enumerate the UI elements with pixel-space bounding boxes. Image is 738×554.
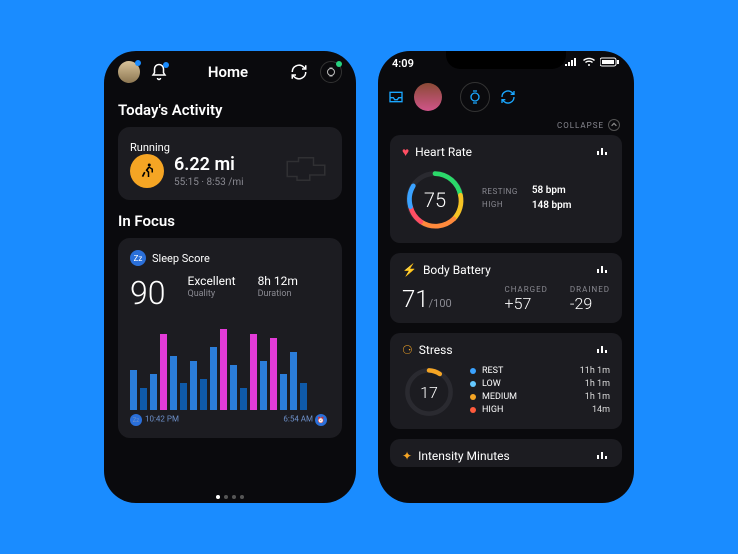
battery-title: Body Battery xyxy=(423,263,491,277)
high-value: 148 bpm xyxy=(532,200,572,211)
tab-bar xyxy=(378,75,634,119)
stress-card[interactable]: ⚆ Stress 17 REST11h 1m LOW1h 1m MEDIUM1h 1… xyxy=(390,333,622,429)
sleep-bar xyxy=(190,361,197,411)
phone-left: Home Today's Activity Running 6.22 mi 55… xyxy=(104,51,356,503)
battery-value: 71 xyxy=(402,285,429,313)
legend-row: LOW1h 1m xyxy=(470,379,610,389)
heart-rate-card[interactable]: ♥ Heart Rate 75 xyxy=(390,135,622,243)
avatar xyxy=(414,83,442,111)
heart-value: 75 xyxy=(402,167,468,233)
running-icon xyxy=(130,154,164,188)
bar-chart-icon xyxy=(596,343,610,357)
sleep-chart xyxy=(130,320,330,410)
running-label: Running xyxy=(130,141,330,154)
sleep-label: Sleep Score xyxy=(152,252,210,265)
sleep-bar xyxy=(300,383,307,410)
battery-max: /100 xyxy=(429,297,452,310)
drained-value: -29 xyxy=(570,294,610,313)
stress-legend: REST11h 1m LOW1h 1m MEDIUM1h 1m HIGH14m xyxy=(470,366,610,418)
resting-label: RESTING xyxy=(482,187,518,196)
avatar[interactable] xyxy=(118,61,140,83)
signal-icon xyxy=(564,57,578,70)
sleep-icon: Zz xyxy=(130,250,146,266)
sleep-duration-value: 8h 12m xyxy=(258,274,298,288)
notifications-button[interactable] xyxy=(150,63,168,81)
sleep-quality-value: Excellent xyxy=(188,274,236,288)
stress-title: Stress xyxy=(419,343,453,357)
battery-icon xyxy=(600,57,620,70)
chart-foot-end: 6:54 AM ⏰ xyxy=(283,414,330,426)
pager xyxy=(104,491,356,503)
charged-value: +57 xyxy=(505,294,548,313)
heart-title: Heart Rate xyxy=(415,145,472,159)
running-card[interactable]: Running 6.22 mi 55:15 · 8:53 /mi xyxy=(118,127,342,200)
running-subline: 55:15 · 8:53 /mi xyxy=(174,177,244,188)
section-title-activity: Today's Activity xyxy=(118,101,342,119)
sleep-bar xyxy=(250,334,257,411)
wifi-icon xyxy=(582,57,596,70)
section-title-focus: In Focus xyxy=(118,212,342,230)
stress-gauge: 17 xyxy=(402,365,456,419)
bar-chart-icon xyxy=(596,263,610,277)
battery-icon: ⚡ xyxy=(402,263,417,277)
body-battery-card[interactable]: ⚡ Body Battery 71/100 CHARGED +57 DRAINE… xyxy=(390,253,622,323)
sleep-duration-label: Duration xyxy=(258,289,298,299)
bar-chart-icon xyxy=(596,145,610,159)
device-button[interactable] xyxy=(320,61,342,83)
sleep-bar xyxy=(170,356,177,410)
notch xyxy=(446,51,566,69)
sleep-bar xyxy=(230,365,237,410)
sleep-bar xyxy=(150,374,157,410)
tab-inbox[interactable] xyxy=(388,89,404,105)
chevron-up-icon xyxy=(608,119,620,131)
bar-chart-icon xyxy=(596,449,610,463)
sleep-bar xyxy=(290,352,297,411)
status-time: 4:09 xyxy=(392,57,414,70)
high-label: HIGH xyxy=(482,200,503,209)
sleep-bar xyxy=(260,361,267,411)
tab-device[interactable] xyxy=(460,82,490,112)
heart-icon: ♥ xyxy=(402,145,409,159)
sleep-bar xyxy=(220,329,227,410)
sleep-card[interactable]: Zz Sleep Score 90 Excellent Quality 8h 1… xyxy=(118,238,342,438)
collapse-button[interactable]: COLLAPSE xyxy=(557,119,634,135)
sync-button[interactable] xyxy=(288,61,310,83)
sleep-bar xyxy=(130,370,137,411)
tab-profile[interactable] xyxy=(414,83,442,111)
sleep-bar xyxy=(240,388,247,411)
sleep-bar xyxy=(200,379,207,411)
page-title: Home xyxy=(178,63,278,81)
drained-label: DRAINED xyxy=(570,285,610,294)
sleep-bar xyxy=(270,338,277,410)
resting-value: 58 bpm xyxy=(532,185,566,196)
legend-row: MEDIUM1h 1m xyxy=(470,392,610,402)
legend-row: HIGH14m xyxy=(470,405,610,415)
intensity-icon: ✦ xyxy=(402,449,412,463)
phone-right: 4:09 COLLAPSE ♥ Heart Rate xyxy=(378,51,634,503)
sleep-bar xyxy=(180,383,187,410)
intensity-title: Intensity Minutes xyxy=(418,449,510,463)
intensity-card[interactable]: ✦ Intensity Minutes xyxy=(390,439,622,467)
sleep-bar xyxy=(140,388,147,411)
stress-icon: ⚆ xyxy=(402,343,413,357)
route-outline-icon xyxy=(282,154,330,188)
body: Today's Activity Running 6.22 mi 55:15 ·… xyxy=(104,93,356,491)
running-distance: 6.22 mi xyxy=(174,154,244,175)
sleep-score: 90 xyxy=(130,274,166,312)
chart-foot-start: Zz10:42 PM xyxy=(130,414,179,426)
sleep-bar xyxy=(280,374,287,410)
legend-row: REST11h 1m xyxy=(470,366,610,376)
sleep-bar xyxy=(210,347,217,410)
sleep-quality-label: Quality xyxy=(188,289,236,299)
stress-value: 17 xyxy=(402,365,456,419)
charged-label: CHARGED xyxy=(505,285,548,294)
sleep-bar xyxy=(160,334,167,411)
heart-gauge: 75 xyxy=(402,167,468,233)
tab-sync[interactable] xyxy=(500,89,516,105)
header: Home xyxy=(104,51,356,93)
